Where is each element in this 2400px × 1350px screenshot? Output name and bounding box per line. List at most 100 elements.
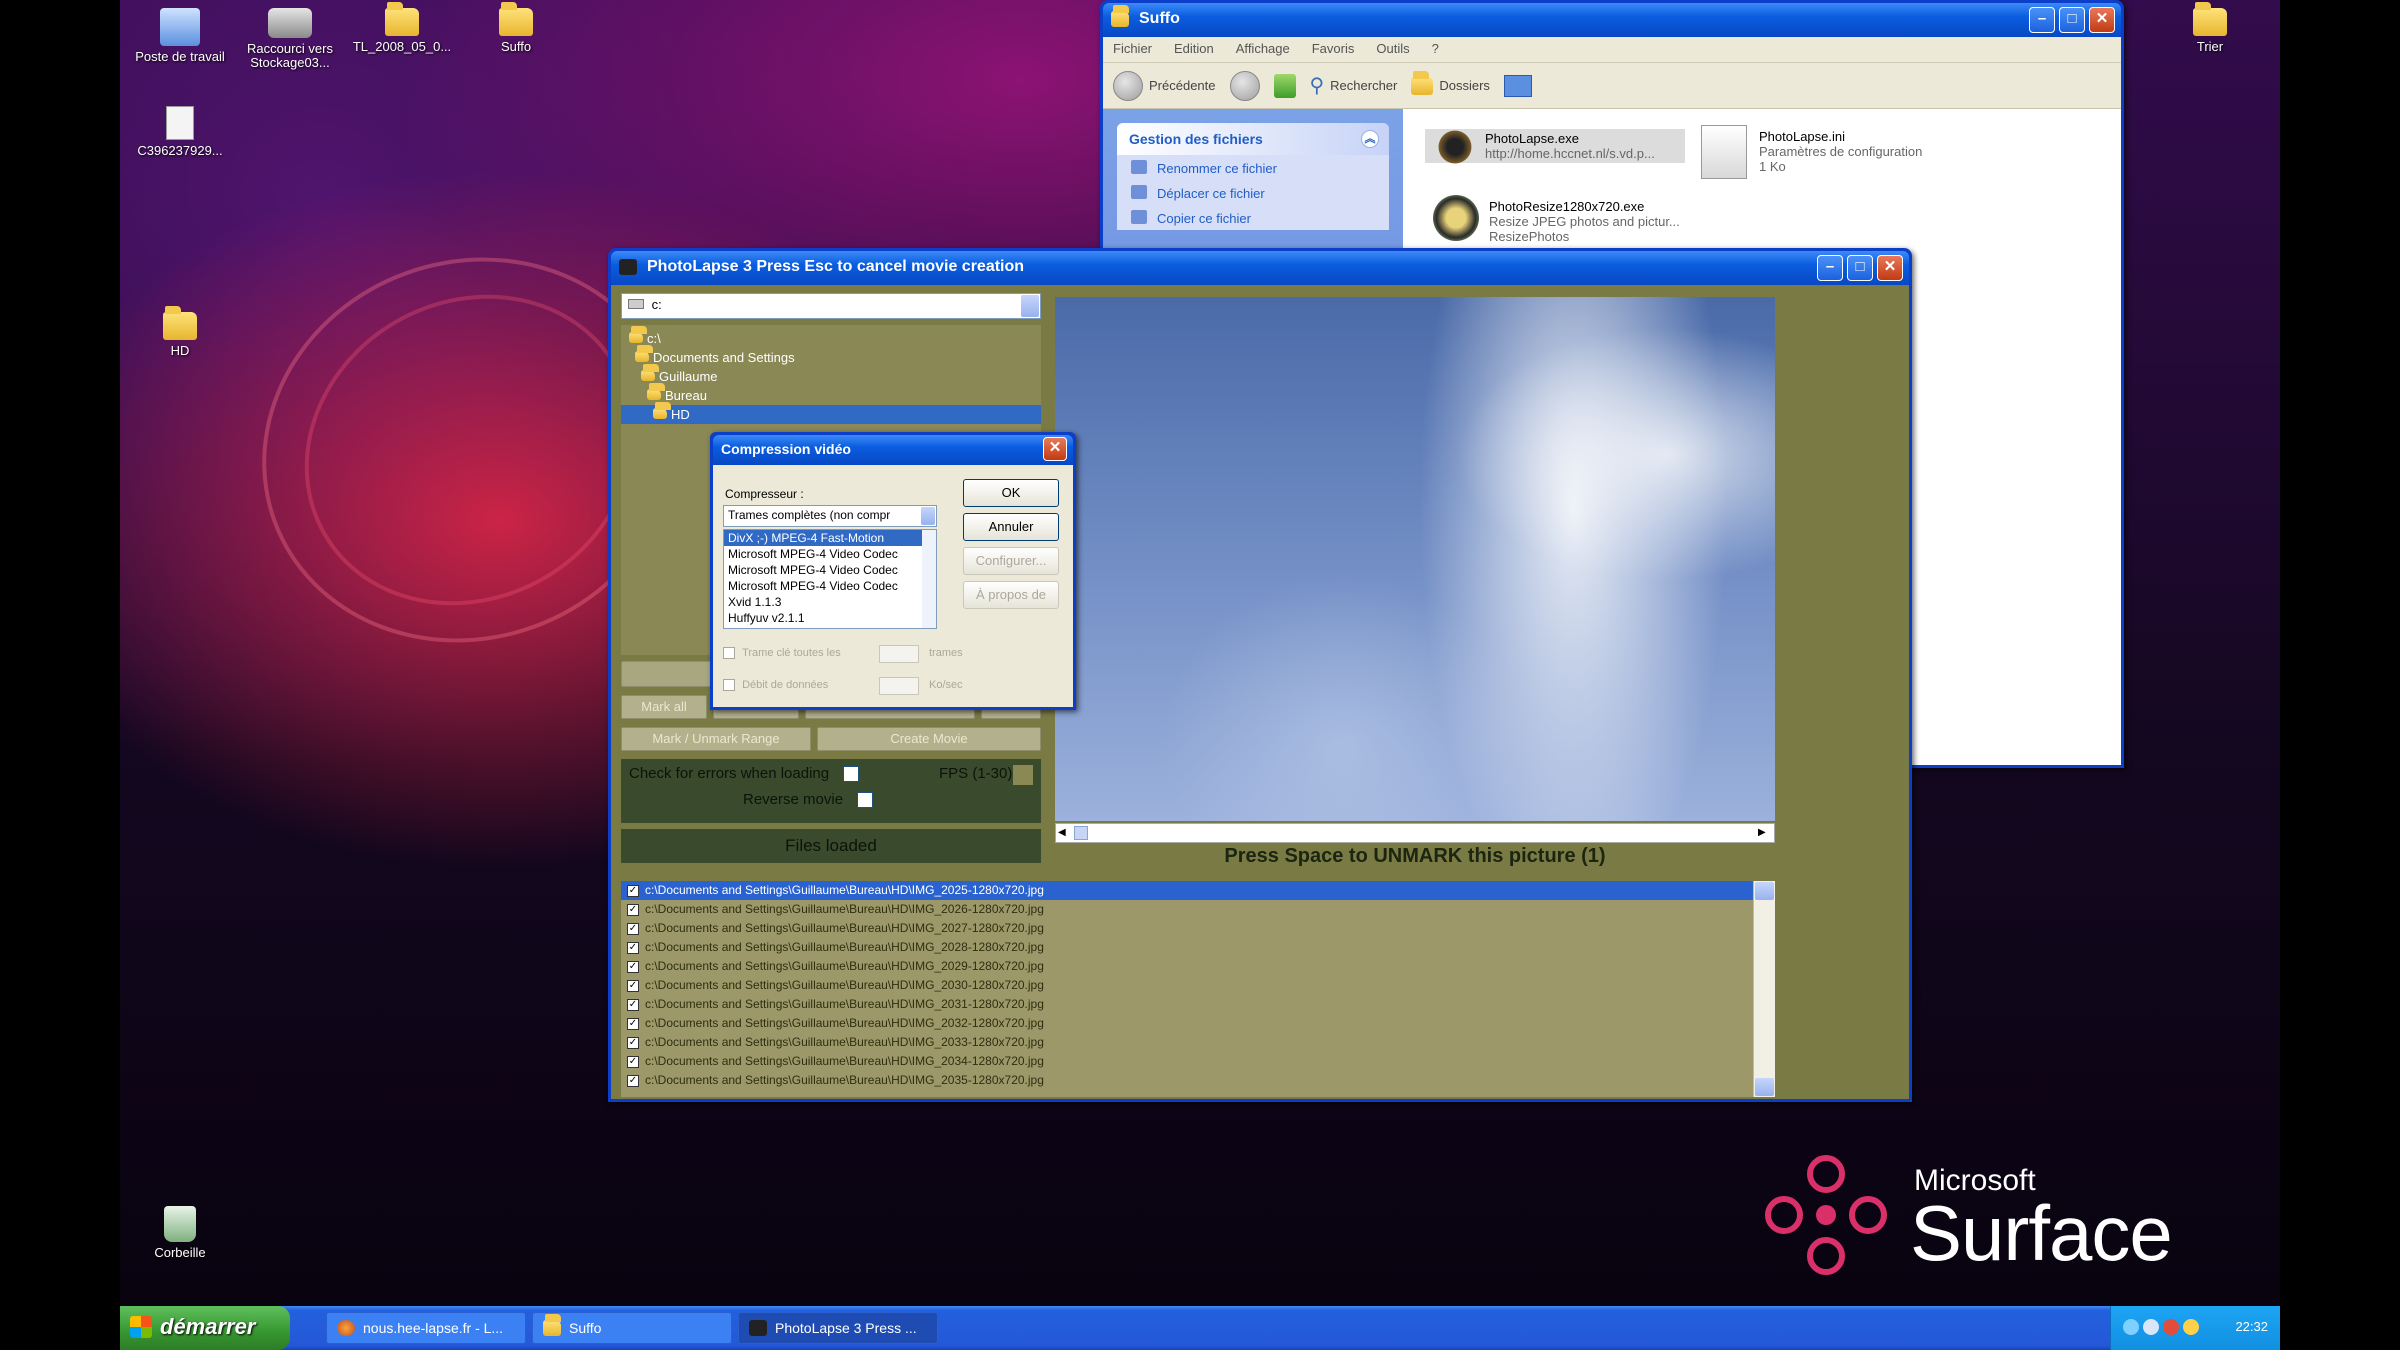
cancel-button[interactable]: Annuler (963, 513, 1059, 541)
search-button[interactable]: ⚲ Rechercher (1310, 73, 1398, 98)
tree-item-hd[interactable]: HD (621, 402, 1041, 424)
folders-button[interactable]: Dossiers (1411, 70, 1490, 95)
file-list-row[interactable]: ✓ c:\Documents and Settings\Guillaume\Bur… (621, 1014, 1753, 1033)
file-list-row[interactable]: ✓ c:\Documents and Settings\Guillaume\Bur… (621, 900, 1753, 919)
check-errors-checkbox[interactable] (843, 766, 860, 783)
desktop-icon-tl-folder[interactable]: TL_2008_05_0... (342, 2, 462, 54)
desktop-icon-storage-shortcut[interactable]: Raccourci vers Stockage03... (230, 8, 350, 70)
compressor-select[interactable]: Trames complètes (non compr (723, 505, 937, 527)
file-mark-checkbox[interactable]: ✓ (627, 1036, 639, 1049)
chevron-down-icon[interactable] (1021, 295, 1039, 317)
photolapse-titlebar[interactable]: PhotoLapse 3 Press Esc to cancel movie c… (611, 251, 1909, 285)
forward-button[interactable] (1229, 70, 1260, 101)
file-mark-checkbox[interactable]: ✓ (627, 960, 639, 973)
file-list-row[interactable]: ✓ c:\Documents and Settings\Guillaume\Bur… (621, 881, 1753, 900)
menu-view[interactable]: Affichage (1236, 41, 1290, 58)
clock[interactable]: 22:32 (2235, 1319, 2268, 1334)
drive-select[interactable]: c: (621, 293, 1041, 319)
scroll-left-arrow[interactable]: ◀ (1058, 826, 1072, 840)
file-tasks-header[interactable]: Gestion des fichiers ︽ (1117, 123, 1389, 155)
tree-item-root[interactable]: c:\ (621, 326, 1041, 348)
maximize-button[interactable]: □ (1847, 255, 1873, 281)
file-photoresize-exe[interactable]: PhotoResize1280x720.exe Resize JPEG phot… (1425, 195, 1725, 244)
file-list-scrollbar[interactable] (1753, 881, 1775, 1097)
file-photolapse-exe[interactable]: PhotoLapse.exe http://home.hccnet.nl/s.v… (1425, 129, 1685, 165)
chevron-down-icon[interactable] (921, 507, 935, 525)
list-scrollbar[interactable] (922, 530, 936, 628)
tree-item-documents[interactable]: Documents and Settings (621, 345, 1041, 367)
tree-item-guillaume[interactable]: Guillaume (621, 364, 1041, 386)
dialog-titlebar[interactable]: Compression vidéo ✕ (713, 435, 1073, 465)
scroll-up-arrow[interactable] (1755, 882, 1774, 900)
file-list-row[interactable]: ✓ c:\Documents and Settings\Guillaume\Bur… (621, 1033, 1753, 1052)
scroll-thumb[interactable] (1074, 826, 1088, 840)
desktop-icon-suffo[interactable]: Suffo (456, 2, 576, 54)
file-mark-checkbox[interactable]: ✓ (627, 998, 639, 1011)
keyframe-input[interactable] (879, 645, 919, 663)
network-icon[interactable] (2123, 1319, 2139, 1335)
mark-unmark-range-button[interactable]: Mark / Unmark Range (621, 727, 811, 751)
file-mark-checkbox[interactable]: ✓ (627, 979, 639, 992)
desktop-icon-hd[interactable]: HD (120, 306, 240, 358)
scroll-right-arrow[interactable]: ▶ (1758, 826, 1772, 840)
desktop-icon-trier[interactable]: Trier (2150, 2, 2270, 54)
file-list-row[interactable]: ✓ c:\Documents and Settings\Guillaume\Bur… (621, 957, 1753, 976)
fps-input[interactable] (1013, 765, 1033, 785)
menu-file[interactable]: Fichier (1113, 41, 1152, 58)
compressor-option[interactable]: DivX ;-) MPEG-4 Fast-Motion (724, 530, 936, 546)
about-button[interactable]: À propos de (963, 581, 1059, 609)
menu-edit[interactable]: Edition (1174, 41, 1214, 58)
file-mark-checkbox[interactable]: ✓ (627, 1017, 639, 1030)
keyframe-checkbox[interactable] (723, 647, 735, 660)
minimize-button[interactable]: – (2029, 7, 2055, 33)
minimize-button[interactable]: – (1817, 255, 1843, 281)
up-folder-button[interactable] (1273, 73, 1296, 98)
menu-favorites[interactable]: Favoris (1312, 41, 1355, 58)
file-list-row[interactable]: ✓ c:\Documents and Settings\Guillaume\Bur… (621, 1071, 1753, 1090)
close-button[interactable]: ✕ (2089, 7, 2115, 33)
desktop-icon-recycle-bin[interactable]: Corbeille (120, 1206, 240, 1260)
close-button[interactable]: ✕ (1877, 255, 1903, 281)
mark-all-button[interactable]: Mark all (621, 695, 707, 719)
configure-button[interactable]: Configurer... (963, 547, 1059, 575)
file-mark-checkbox[interactable]: ✓ (627, 884, 639, 897)
file-list-row[interactable]: ✓ c:\Documents and Settings\Guillaume\Bur… (621, 976, 1753, 995)
file-mark-checkbox[interactable]: ✓ (627, 1074, 639, 1087)
create-movie-button[interactable]: Create Movie (817, 727, 1041, 751)
taskbar-item-browser[interactable]: nous.hee-lapse.fr - L... (326, 1312, 526, 1344)
ok-button[interactable]: OK (963, 479, 1059, 507)
explorer-titlebar[interactable]: Suffo – □ ✕ (1103, 3, 2121, 37)
compressor-option[interactable]: Huffyuv v2.1.1 (724, 610, 936, 626)
start-button[interactable]: démarrer (120, 1306, 290, 1350)
task-copy[interactable]: Copier ce fichier (1117, 205, 1389, 230)
taskbar-item-photolapse[interactable]: PhotoLapse 3 Press ... (738, 1312, 938, 1344)
menu-tools[interactable]: Outils (1376, 41, 1409, 58)
file-list-row[interactable]: ✓ c:\Documents and Settings\Guillaume\Bur… (621, 938, 1753, 957)
file-list-row[interactable]: ✓ c:\Documents and Settings\Guillaume\Bur… (621, 995, 1753, 1014)
compressor-option[interactable]: Microsoft MPEG-4 Video Codec (724, 546, 936, 562)
tree-item-bureau[interactable]: Bureau (621, 383, 1041, 405)
file-list-row[interactable]: ✓ c:\Documents and Settings\Guillaume\Bur… (621, 1052, 1753, 1071)
file-mark-checkbox[interactable]: ✓ (627, 941, 639, 954)
file-list-row[interactable]: ✓ c:\Documents and Settings\Guillaume\Bur… (621, 919, 1753, 938)
file-list[interactable]: ✓ c:\Documents and Settings\Guillaume\Bur… (621, 881, 1775, 1097)
file-mark-checkbox[interactable]: ✓ (627, 903, 639, 916)
preview-horizontal-scrollbar[interactable]: ◀ ▶ (1055, 823, 1775, 843)
reverse-checkbox[interactable] (857, 792, 874, 809)
volume-icon[interactable] (2143, 1319, 2159, 1335)
file-photolapse-ini[interactable]: PhotoLapse.ini Paramètres de configurati… (1695, 125, 1975, 179)
scroll-down-arrow[interactable] (1755, 1078, 1774, 1096)
update-icon[interactable] (2183, 1319, 2199, 1335)
datarate-checkbox[interactable] (723, 679, 735, 692)
compressor-option[interactable]: Microsoft MPEG-4 Video Codec (724, 578, 936, 594)
file-mark-checkbox[interactable]: ✓ (627, 1055, 639, 1068)
compressor-option[interactable]: Xvid 1.1.3 (724, 594, 936, 610)
back-button[interactable]: Précédente (1113, 70, 1216, 101)
file-mark-checkbox[interactable]: ✓ (627, 922, 639, 935)
menu-help[interactable]: ? (1432, 41, 1439, 58)
datarate-input[interactable] (879, 677, 919, 695)
maximize-button[interactable]: □ (2059, 7, 2085, 33)
task-rename[interactable]: Renommer ce fichier (1117, 155, 1389, 180)
views-button[interactable] (1503, 74, 1532, 97)
task-move[interactable]: Déplacer ce fichier (1117, 180, 1389, 205)
